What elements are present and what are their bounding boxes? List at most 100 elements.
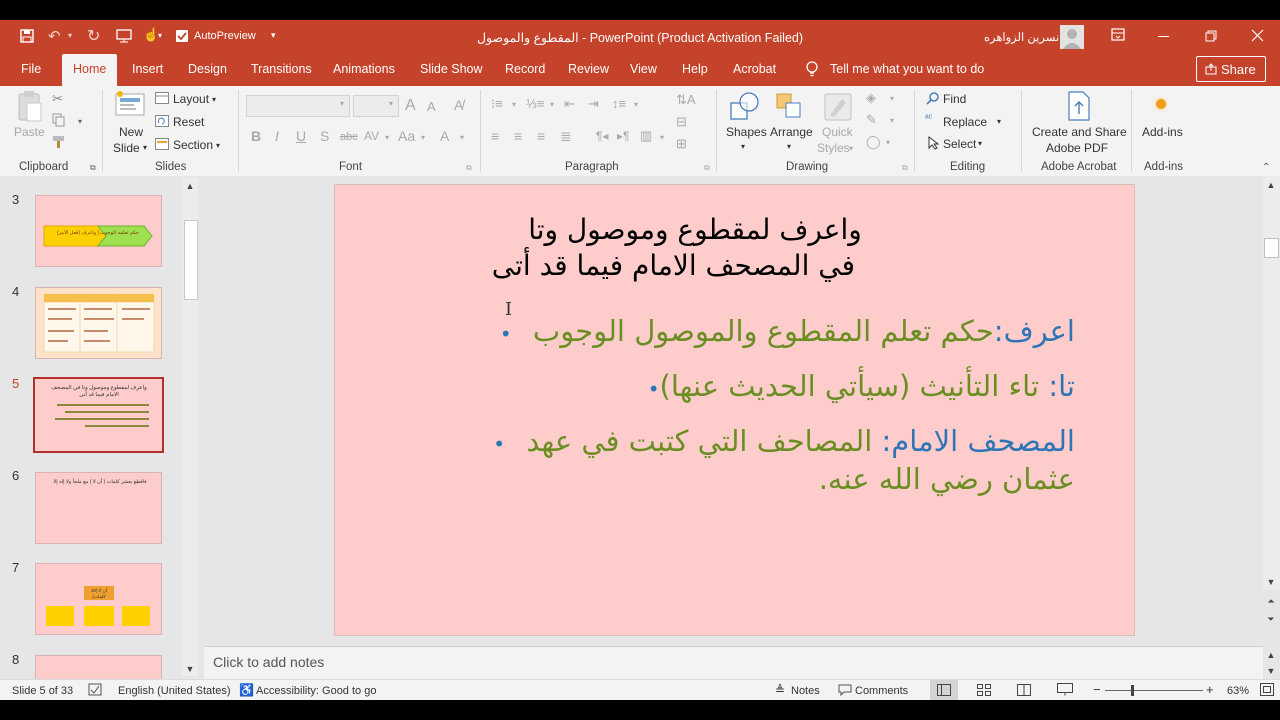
columns-dropdown-icon[interactable]: ▾ xyxy=(660,133,664,142)
create-pdf-label-2[interactable]: Adobe PDF xyxy=(1046,141,1108,155)
shape-outline-icon[interactable]: ✎ xyxy=(866,112,877,128)
tab-design[interactable]: Design xyxy=(188,62,227,76)
slide-thumbnail-8[interactable] xyxy=(35,655,162,680)
slide-title-line-2[interactable]: في المصحف الامام فيما قد أتى xyxy=(395,249,855,282)
addins-icon[interactable] xyxy=(1156,99,1166,109)
slide-body[interactable]: اعرف:حكم تعلم المقطوع والموصول الوجوب • … xyxy=(435,305,1075,496)
slide-scroll-down-icon[interactable]: ▼ xyxy=(1264,575,1278,589)
align-center-icon[interactable]: ≡ xyxy=(514,128,522,144)
section-button[interactable]: Section xyxy=(173,138,213,152)
font-name-dropdown-icon[interactable]: ▾ xyxy=(340,99,344,108)
notes-placeholder[interactable]: Click to add notes xyxy=(213,654,324,670)
new-slide-label-2[interactable]: Slide xyxy=(113,141,140,155)
notes-scroll-up-icon[interactable]: ▲ xyxy=(1264,648,1278,662)
replace-dropdown-icon[interactable]: ▾ xyxy=(997,117,1001,126)
tab-home[interactable]: Home xyxy=(62,54,118,86)
tab-record[interactable]: Record xyxy=(505,62,545,76)
slide-thumbnail-3[interactable]: حكم تعلمه الوجوب | واعرف (فعل الأمر) xyxy=(35,195,162,267)
line-spacing-icon[interactable]: ↕≡ xyxy=(612,96,626,111)
create-pdf-icon[interactable] xyxy=(1066,91,1092,124)
comments-button[interactable]: Comments xyxy=(855,685,908,697)
create-pdf-label-1[interactable]: Create and Share xyxy=(1032,125,1127,139)
slide-thumbnail-4[interactable] xyxy=(35,287,162,359)
avatar[interactable] xyxy=(1060,25,1084,49)
next-slide-icon[interactable]: ⏷ xyxy=(1264,612,1278,626)
bold-button[interactable]: B xyxy=(251,128,261,144)
thumbnail-scroll-down-icon[interactable]: ▼ xyxy=(183,662,197,676)
zoom-slider[interactable] xyxy=(1105,690,1203,691)
quick-styles-dropdown-icon[interactable]: ▾ xyxy=(849,144,853,153)
slide-counter[interactable]: Slide 5 of 33 xyxy=(12,685,73,697)
tell-me-search[interactable]: Tell me what you want to do xyxy=(830,62,984,76)
new-slide-dropdown-icon[interactable]: ▾ xyxy=(143,143,147,152)
autopreview-checkbox[interactable] xyxy=(176,30,188,42)
font-color-dropdown-icon[interactable]: ▾ xyxy=(460,133,464,142)
undo-icon[interactable]: ↶ xyxy=(48,27,61,45)
quick-styles-icon[interactable] xyxy=(822,91,854,126)
zoom-slider-thumb[interactable] xyxy=(1131,685,1134,696)
restore-icon[interactable] xyxy=(1205,30,1217,45)
close-icon[interactable] xyxy=(1251,29,1264,45)
addins-button[interactable]: Add-ins xyxy=(1142,125,1183,139)
align-text-icon[interactable]: ⊟ xyxy=(676,114,687,130)
thumbnail-scroll-up-icon[interactable]: ▲ xyxy=(183,179,197,193)
zoom-level[interactable]: 63% xyxy=(1227,685,1249,697)
previous-slide-icon[interactable]: ⏶ xyxy=(1264,594,1278,608)
layout-dropdown-icon[interactable]: ▾ xyxy=(212,95,216,104)
tab-animations[interactable]: Animations xyxy=(333,62,395,76)
paragraph-launcher-icon[interactable]: ⧉ xyxy=(704,163,710,173)
change-case-button[interactable]: Aa xyxy=(398,128,415,144)
shape-effects-icon[interactable]: ◯ xyxy=(866,134,881,150)
undo-dropdown-icon[interactable]: ▾ xyxy=(68,31,72,40)
normal-view-icon[interactable] xyxy=(930,680,958,700)
notes-button[interactable]: Notes xyxy=(791,685,820,697)
tab-file[interactable]: File xyxy=(21,62,41,76)
font-name-box[interactable] xyxy=(246,95,350,117)
slide-canvas[interactable]: واعرف لمقطوع وموصول وتا في المصحف الامام… xyxy=(334,184,1135,636)
customize-qat-icon[interactable]: ▾ xyxy=(271,30,276,41)
select-dropdown-icon[interactable]: ▾ xyxy=(978,139,982,148)
share-button[interactable]: Share xyxy=(1196,56,1266,82)
align-right-icon[interactable]: ≡ xyxy=(537,128,545,144)
shadow-button[interactable]: S xyxy=(320,128,329,144)
quick-styles-label-2[interactable]: Styles xyxy=(817,141,850,155)
new-slide-icon[interactable] xyxy=(113,89,147,120)
drawing-launcher-icon[interactable]: ⧉ xyxy=(902,163,908,173)
italic-button[interactable]: I xyxy=(275,128,279,144)
notes-pane[interactable]: Click to add notes xyxy=(204,646,1263,679)
touch-mode-icon[interactable]: ☝ xyxy=(143,27,159,43)
shape-fill-icon[interactable]: ◈ xyxy=(866,90,876,106)
tab-transitions[interactable]: Transitions xyxy=(251,62,312,76)
paste-label[interactable]: Paste xyxy=(14,125,45,139)
accessibility-status[interactable]: Accessibility: Good to go xyxy=(256,685,376,697)
arrange-dropdown-icon[interactable]: ▾ xyxy=(787,142,791,151)
align-left-icon[interactable]: ≡ xyxy=(491,128,499,144)
redo-icon[interactable]: ↻ xyxy=(87,26,100,46)
character-spacing-icon[interactable]: AV xyxy=(364,129,379,143)
notes-scroll-down-icon[interactable]: ▼ xyxy=(1264,664,1278,678)
smartart-icon[interactable]: ⊞ xyxy=(676,136,687,152)
font-launcher-icon[interactable]: ⧉ xyxy=(466,163,472,173)
bullets-dropdown-icon[interactable]: ▾ xyxy=(512,100,516,109)
font-size-dropdown-icon[interactable]: ▾ xyxy=(389,99,393,108)
spelling-icon[interactable] xyxy=(88,683,102,699)
shapes-label[interactable]: Shapes xyxy=(726,125,767,139)
user-name[interactable]: نسرين الزواهره xyxy=(984,30,1059,44)
decrease-indent-icon[interactable]: ⇤ xyxy=(564,96,575,112)
tab-view[interactable]: View xyxy=(630,62,657,76)
columns-icon[interactable]: ▥ xyxy=(640,128,652,144)
presenter-icon[interactable] xyxy=(116,29,132,46)
zoom-out-icon[interactable]: − xyxy=(1093,682,1101,697)
cut-icon[interactable]: ✂ xyxy=(52,91,63,107)
tab-acrobat[interactable]: Acrobat xyxy=(733,62,776,76)
increase-indent-icon[interactable]: ⇥ xyxy=(588,96,599,112)
slide-scroll-up-icon[interactable]: ▲ xyxy=(1264,178,1278,192)
strikethrough-button[interactable]: abc xyxy=(340,131,358,143)
select-button[interactable]: Select xyxy=(943,137,976,151)
slide-title-line-1[interactable]: واعرف لمقطوع وموصول وتا xyxy=(475,213,915,246)
thumbnail-scroll-thumb[interactable] xyxy=(184,220,198,300)
new-slide-label-1[interactable]: New xyxy=(119,125,143,139)
tab-slide-show[interactable]: Slide Show xyxy=(420,62,483,76)
grow-font-icon[interactable]: A xyxy=(405,97,416,115)
zoom-in-icon[interactable]: + xyxy=(1206,682,1214,697)
